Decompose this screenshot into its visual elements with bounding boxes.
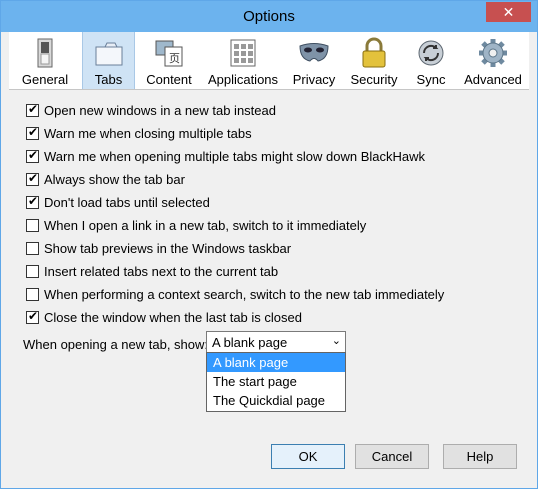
- checkbox[interactable]: [26, 265, 39, 278]
- check-icon: ✔: [28, 125, 39, 139]
- check-icon: ✔: [28, 171, 39, 185]
- lock-icon: [362, 37, 386, 68]
- checkbox[interactable]: ✔: [26, 125, 39, 140]
- window-title: Options: [243, 8, 295, 25]
- dropdown-option[interactable]: A blank page: [207, 353, 345, 372]
- chevron-down-icon: ⌄: [331, 335, 341, 347]
- checkbox[interactable]: ✔: [26, 309, 39, 324]
- tab-label: Content: [146, 72, 192, 87]
- checkbox[interactable]: ✔: [26, 171, 39, 186]
- tab-label: Security: [350, 72, 398, 87]
- sync-icon: [418, 40, 444, 66]
- title-bar[interactable]: Options ✕: [1, 1, 537, 32]
- option-label: Always show the tab bar: [44, 172, 185, 187]
- option-label: Warn me when opening multiple tabs might…: [44, 149, 426, 164]
- check-icon: ✔: [28, 194, 39, 208]
- tab-label: Sync: [416, 72, 446, 87]
- tab-label: Applications: [207, 72, 279, 87]
- tab-tabs[interactable]: Tabs: [82, 32, 135, 89]
- checkbox[interactable]: [26, 288, 39, 301]
- option-label: Insert related tabs next to the current …: [44, 264, 279, 279]
- tab-label: Tabs: [94, 72, 123, 87]
- gear-icon: [479, 39, 507, 67]
- cancel-button[interactable]: Cancel: [355, 444, 429, 469]
- check-icon: ✔: [28, 148, 39, 162]
- new-tab-show-label: When opening a new tab, show:: [23, 337, 209, 352]
- tab-label: General: [21, 72, 69, 87]
- tab-advanced[interactable]: Advanced: [461, 32, 525, 89]
- help-button[interactable]: Help: [443, 444, 517, 469]
- ok-button[interactable]: OK: [271, 444, 345, 469]
- check-icon: ✔: [28, 309, 39, 323]
- new-tab-dropdown: A blank page The start page The Quickdia…: [206, 352, 346, 412]
- options-toolbar: General Tabs 页 Content Applications Priv…: [9, 32, 529, 90]
- checkbox[interactable]: ✔: [26, 194, 39, 209]
- tab-security[interactable]: Security: [347, 32, 401, 89]
- checkbox[interactable]: [26, 242, 39, 255]
- select-value: A blank page: [212, 335, 288, 350]
- option-label: Don't load tabs until selected: [44, 195, 210, 210]
- option-label: When I open a link in a new tab, switch …: [44, 218, 367, 233]
- tab-content[interactable]: 页 Content: [142, 32, 196, 89]
- close-button[interactable]: ✕: [486, 2, 531, 22]
- option-label: Show tab previews in the Windows taskbar: [44, 241, 292, 256]
- svg-text:页: 页: [169, 52, 180, 65]
- option-label: When performing a context search, switch…: [44, 287, 445, 302]
- new-tab-select[interactable]: A blank page ⌄: [206, 331, 346, 353]
- option-label: Close the window when the last tab is cl…: [44, 310, 302, 325]
- tab-general[interactable]: General: [16, 32, 74, 89]
- mask-icon: [299, 43, 329, 62]
- tab-label: Advanced: [464, 72, 522, 87]
- dropdown-option[interactable]: The start page: [207, 372, 345, 391]
- tab-applications[interactable]: Applications: [205, 32, 281, 89]
- checkbox[interactable]: [26, 219, 39, 232]
- option-label: Warn me when closing multiple tabs: [44, 126, 252, 141]
- check-icon: ✔: [28, 102, 39, 116]
- applications-icon: [230, 39, 256, 67]
- tabs-icon: [95, 42, 122, 66]
- tab-privacy[interactable]: Privacy: [289, 32, 339, 89]
- dropdown-option[interactable]: The Quickdial page: [207, 391, 345, 410]
- checkbox[interactable]: ✔: [26, 148, 39, 163]
- content-icon: 页: [155, 40, 183, 67]
- tab-sync[interactable]: Sync: [409, 32, 453, 89]
- tabs-panel: ✔ Open new windows in a new tab instead …: [9, 90, 529, 480]
- options-window: Options ✕ General Tabs 页 Content Applica…: [0, 0, 538, 489]
- option-label: Open new windows in a new tab instead: [44, 103, 276, 118]
- tab-label: Privacy: [292, 72, 336, 87]
- checkbox[interactable]: ✔: [26, 102, 39, 117]
- switch-icon: [37, 38, 53, 68]
